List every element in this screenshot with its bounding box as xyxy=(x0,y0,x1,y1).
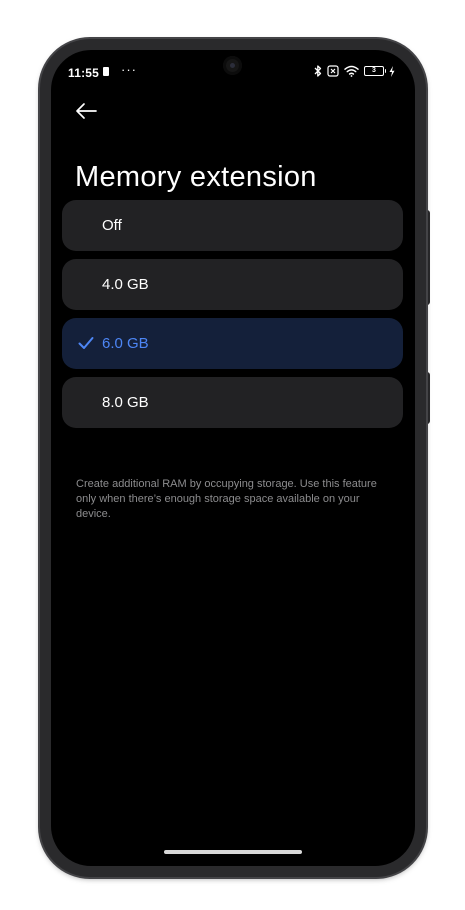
option-label: Off xyxy=(102,217,122,234)
status-time: 11:55 xyxy=(68,66,100,80)
bluetooth-icon xyxy=(314,65,322,77)
phone-screen: 11:55 ··· 3 Memory extension Off 4.0 GB … xyxy=(51,50,415,866)
option-label: 8.0 GB xyxy=(102,394,149,411)
option-label: 6.0 GB xyxy=(102,335,149,352)
charging-icon xyxy=(389,65,395,77)
no-sim-icon xyxy=(327,65,339,77)
battery-icon: 3 xyxy=(364,66,386,76)
back-button[interactable] xyxy=(73,98,101,124)
memory-options-list: Off 4.0 GB 6.0 GB 8.0 GB xyxy=(62,200,403,436)
arrow-left-icon xyxy=(76,103,97,119)
feature-description: Create additional RAM by occupying stora… xyxy=(76,478,377,520)
more-notifications-icon: ··· xyxy=(121,62,137,77)
option-label: 4.0 GB xyxy=(102,276,149,293)
front-camera xyxy=(223,56,242,75)
status-bar: 11:55 ··· 3 xyxy=(51,50,415,94)
page: 11:55 ··· 3 Memory extension Off 4.0 GB … xyxy=(0,0,465,910)
option-off[interactable]: Off xyxy=(62,200,403,251)
home-indicator[interactable] xyxy=(164,850,302,854)
wifi-icon xyxy=(344,65,359,77)
sim-card-icon xyxy=(103,67,109,76)
option-4gb[interactable]: 4.0 GB xyxy=(62,259,403,310)
option-8gb[interactable]: 8.0 GB xyxy=(62,377,403,428)
page-title: Memory extension xyxy=(75,161,317,194)
status-icons: 3 xyxy=(314,64,395,78)
option-6gb[interactable]: 6.0 GB xyxy=(62,318,403,369)
checkmark-icon xyxy=(78,337,94,349)
